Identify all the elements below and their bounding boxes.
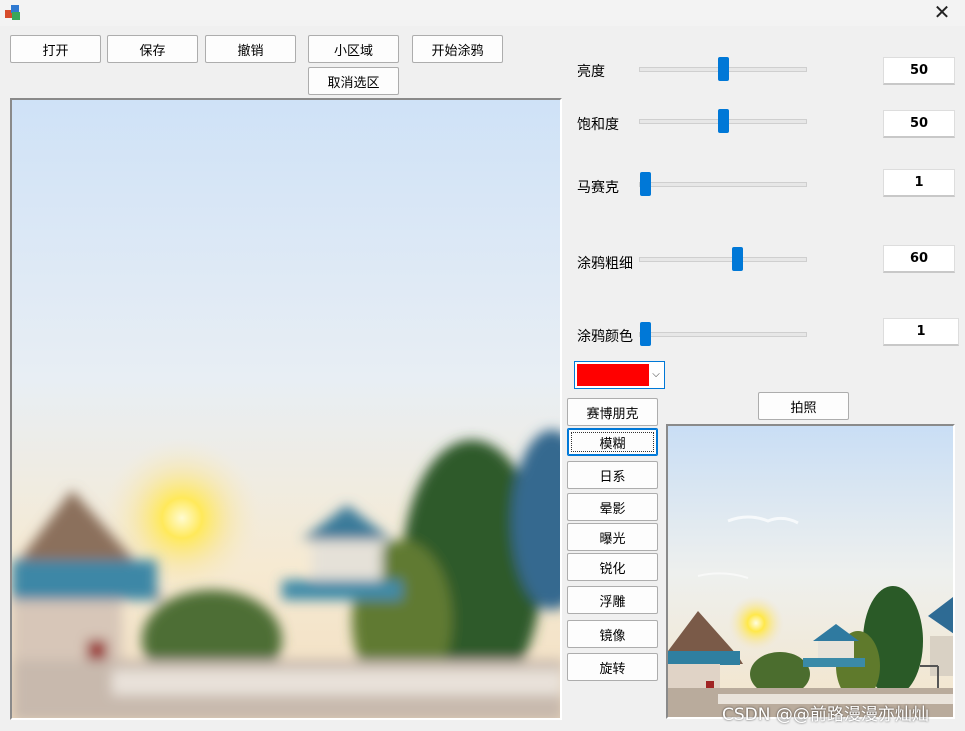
slider-track [639, 182, 807, 187]
slider-track [639, 257, 807, 262]
doodle-thickness-value[interactable]: 60 [883, 245, 955, 273]
mosaic-slider[interactable] [639, 172, 807, 196]
watermark-text: CSDN @@前路漫漫亦灿灿 [722, 705, 929, 725]
take-photo-button[interactable]: 拍照 [758, 392, 849, 420]
filter-cyberpunk-button[interactable]: 赛博朋克 [567, 398, 658, 426]
slider-thumb[interactable] [640, 172, 651, 196]
filter-japanese-button[interactable]: 日系 [567, 461, 658, 489]
cancel-selection-button[interactable]: 取消选区 [308, 67, 399, 95]
slider-thumb[interactable] [718, 109, 729, 133]
doodle-color-label: 涂鸦颜色 [577, 329, 633, 345]
main-image-canvas[interactable] [10, 98, 562, 720]
saturation-value[interactable]: 50 [883, 110, 955, 138]
slider-track [639, 332, 807, 337]
main-photo [12, 100, 560, 718]
slider-thumb[interactable] [718, 57, 729, 81]
chevron-down-icon[interactable]: ⌵ [648, 362, 664, 388]
brightness-label: 亮度 [577, 64, 605, 80]
filter-exposure-button[interactable]: 曝光 [567, 523, 658, 551]
slider-thumb[interactable] [640, 322, 651, 346]
filter-blur-button[interactable]: 模糊 [567, 428, 658, 456]
brightness-value[interactable]: 50 [883, 57, 955, 85]
title-bar: ✕ [0, 0, 965, 26]
undo-button[interactable]: 撤销 [205, 35, 296, 63]
filter-sharpen-button[interactable]: 锐化 [567, 553, 658, 581]
doodle-color-slider[interactable] [639, 322, 807, 346]
close-icon[interactable]: ✕ [919, 0, 965, 26]
small-region-button[interactable]: 小区域 [308, 35, 399, 63]
filter-vignette-button[interactable]: 晕影 [567, 493, 658, 521]
filter-rotate-button[interactable]: 旋转 [567, 653, 658, 681]
doodle-thickness-label: 涂鸦粗细 [577, 256, 633, 272]
mosaic-label: 马赛克 [577, 180, 619, 196]
filter-mirror-button[interactable]: 镜像 [567, 620, 658, 648]
color-picker-combo[interactable]: ⌵ [574, 361, 665, 389]
mosaic-value[interactable]: 1 [883, 169, 955, 197]
preview-image [666, 424, 955, 719]
save-button[interactable]: 保存 [107, 35, 198, 63]
saturation-slider[interactable] [639, 109, 807, 133]
doodle-color-value[interactable]: 1 [883, 318, 959, 346]
start-doodle-button[interactable]: 开始涂鸦 [412, 35, 503, 63]
preview-photo [668, 426, 953, 717]
open-button[interactable]: 打开 [10, 35, 101, 63]
saturation-label: 饱和度 [577, 117, 619, 133]
brightness-slider[interactable] [639, 57, 807, 81]
slider-thumb[interactable] [732, 247, 744, 271]
filter-emboss-button[interactable]: 浮雕 [567, 586, 658, 614]
color-swatch [577, 364, 649, 386]
app-icon [5, 5, 20, 20]
doodle-thickness-slider[interactable] [639, 247, 807, 271]
